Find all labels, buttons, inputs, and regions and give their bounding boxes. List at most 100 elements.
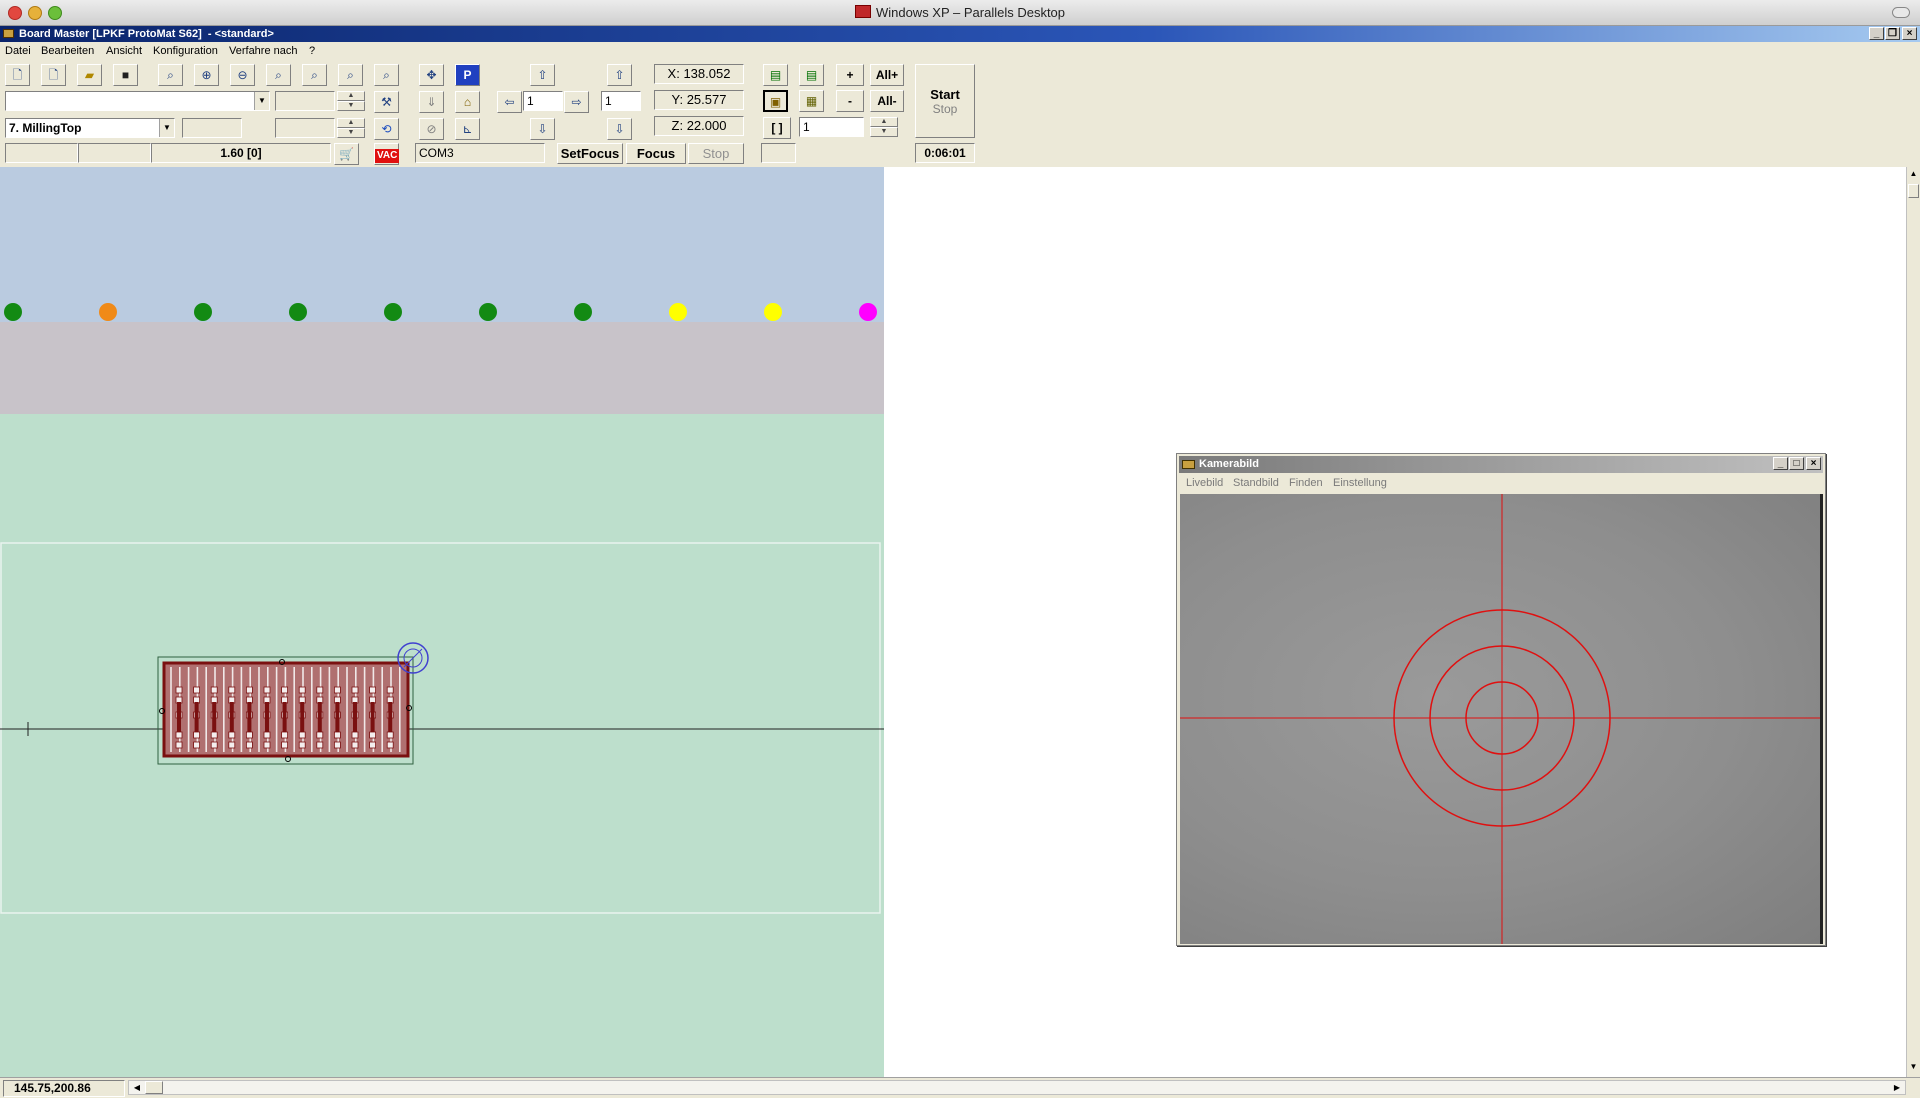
zoom-window-button[interactable]: ⌕	[158, 64, 183, 86]
camera-minimize-button[interactable]: _	[1773, 457, 1788, 470]
pcb-pad	[298, 741, 306, 749]
camera-menu-standbild[interactable]: Standbild	[1233, 477, 1279, 489]
horizontal-scroll-thumb[interactable]	[145, 1081, 163, 1094]
zoom-in-button[interactable]: ⊕	[194, 64, 219, 86]
menu-konfiguration[interactable]: Konfiguration	[153, 45, 218, 57]
scroll-left-arrow-icon[interactable]: ◀	[131, 1081, 143, 1094]
pcb-pad	[316, 686, 324, 694]
pcb-pad	[228, 741, 236, 749]
host-toolbar-toggle[interactable]	[1892, 7, 1910, 18]
plus-button[interactable]: +	[836, 64, 864, 86]
depth-limiter-button[interactable]: ⊾	[455, 118, 480, 140]
horizontal-scrollbar[interactable]: ◀ ▶	[128, 1080, 1906, 1095]
new-board-icon: 🗋	[48, 68, 59, 82]
layer-combobox[interactable]: 7. MillingTop ▼	[5, 118, 175, 138]
remove-layer-button[interactable]: ▤	[799, 64, 824, 86]
parking-position-button[interactable]: P	[455, 64, 480, 86]
pcb-pad	[263, 686, 271, 694]
vacuum-button[interactable]: VAC	[374, 143, 400, 165]
pcb-pad	[333, 731, 341, 739]
depth-icon: ⊾	[462, 122, 473, 136]
all-minus-button[interactable]: All-	[870, 90, 904, 112]
pcb-pad	[175, 686, 183, 694]
drill-off-button[interactable]: ⊘	[419, 118, 444, 140]
menu-bearbeiten[interactable]: Bearbeiten	[41, 45, 94, 57]
spin-up-button[interactable]: ▲	[337, 91, 365, 101]
spin-down-button[interactable]: ▼	[337, 128, 365, 138]
zoom-page-button[interactable]: ⌕	[266, 64, 291, 86]
zoom-out-button[interactable]: ⊖	[230, 64, 255, 86]
menu-verfahre-nach[interactable]: Verfahre nach	[229, 45, 298, 57]
new-file-button[interactable]: 🗋	[5, 64, 30, 86]
camera-menu-einstellung[interactable]: Einstellung	[1333, 477, 1387, 489]
camera-menu-finden[interactable]: Finden	[1289, 477, 1323, 489]
camera-maximize-button[interactable]: □	[1789, 457, 1804, 470]
cart-icon: 🛒	[339, 147, 354, 161]
menu-ansicht[interactable]: Ansicht	[106, 45, 142, 57]
chevron-down-icon[interactable]: ▼	[254, 92, 269, 110]
pcb-pad	[333, 686, 341, 694]
camera-image[interactable]	[1180, 494, 1823, 944]
select-phase-button[interactable]: ▣	[763, 90, 788, 112]
new-board-button[interactable]: 🗋	[41, 64, 66, 86]
home-button[interactable]: ⌂	[455, 91, 480, 113]
start-button[interactable]: Start	[916, 87, 974, 102]
zoom-page-icon: ⌕	[275, 68, 282, 82]
stop-focus-button[interactable]: Stop	[688, 143, 744, 164]
scroll-down-arrow-icon[interactable]: ▼	[1908, 1062, 1919, 1074]
menu-datei[interactable]: Datei	[5, 45, 31, 57]
scroll-up-arrow-icon[interactable]: ▲	[1908, 169, 1919, 181]
cycle-button[interactable]: ⟲	[374, 118, 399, 140]
move-up-button[interactable]: ⇧	[530, 64, 555, 86]
pcb-pad	[298, 731, 306, 739]
pcb-pad	[281, 741, 289, 749]
save-button[interactable]: ■	[113, 64, 138, 86]
chevron-down-icon[interactable]: ▼	[159, 119, 174, 137]
move-head-button[interactable]: ✥	[419, 64, 444, 86]
z-down-button[interactable]: ⇩	[607, 118, 632, 140]
insert-layer-button[interactable]: ▤	[763, 64, 788, 86]
zoom-all-button[interactable]: ⌕	[338, 64, 363, 86]
z-step-input[interactable]: 1	[601, 91, 641, 111]
repeat-count-input[interactable]: 1	[799, 117, 864, 137]
start-stop-panel: Start Stop	[915, 64, 975, 138]
spin-down-button[interactable]: ▼	[337, 101, 365, 111]
bracket-button[interactable]: [ ]	[763, 117, 791, 139]
camera-menu-livebild[interactable]: Livebild	[1186, 477, 1223, 489]
scroll-right-arrow-icon[interactable]: ▶	[1891, 1081, 1903, 1094]
board-view[interactable]	[0, 167, 884, 1077]
set-focus-button[interactable]: SetFocus	[557, 143, 623, 164]
lower-head-button[interactable]: ⇓	[419, 91, 444, 113]
camera-window[interactable]: Kamerabild _ □ × Livebild Standbild Find…	[1176, 453, 1826, 946]
app-close-button[interactable]: ×	[1902, 27, 1917, 40]
spin-up-button[interactable]: ▲	[337, 118, 365, 128]
app-minimize-button[interactable]: _	[1869, 27, 1884, 40]
select-group-button[interactable]: ▦	[799, 90, 824, 112]
pcb-pad	[245, 686, 253, 694]
stop-button[interactable]: Stop	[916, 102, 974, 116]
zoom-material-button[interactable]: ⌕	[374, 64, 399, 86]
vertical-scrollbar[interactable]: ▲ ▼	[1906, 167, 1920, 1077]
menu-help[interactable]: ?	[309, 45, 315, 57]
tool-magazine-button[interactable]: 🛒	[334, 143, 359, 165]
spin-down-button[interactable]: ▼	[870, 127, 898, 137]
camera-close-button[interactable]: ×	[1806, 457, 1821, 470]
camera-title-bar[interactable]: Kamerabild _ □ ×	[1179, 456, 1823, 473]
move-down-button[interactable]: ⇩	[530, 118, 555, 140]
tool-combobox[interactable]: ▼	[5, 91, 270, 111]
all-plus-button[interactable]: All+	[870, 64, 904, 86]
app-title: Board Master [LPKF ProtoMat S62] - <stan…	[19, 28, 274, 40]
zoom-previous-button[interactable]: ⌕	[302, 64, 327, 86]
open-button[interactable]: ▰	[77, 64, 102, 86]
tool-change-button[interactable]: ⚒	[374, 91, 399, 113]
move-right-button[interactable]: ⇨	[564, 91, 589, 113]
app-restore-button[interactable]: ❐	[1885, 27, 1900, 40]
spin-up-button[interactable]: ▲	[870, 117, 898, 127]
focus-button[interactable]: Focus	[626, 143, 686, 164]
minus-button[interactable]: -	[836, 90, 864, 112]
vertical-scroll-thumb[interactable]	[1908, 184, 1919, 198]
z-up-button[interactable]: ⇧	[607, 64, 632, 86]
move-left-button[interactable]: ⇦	[497, 91, 522, 113]
xy-step-input[interactable]: 1	[523, 91, 563, 111]
layer-combobox-value: 7. MillingTop	[9, 121, 82, 135]
